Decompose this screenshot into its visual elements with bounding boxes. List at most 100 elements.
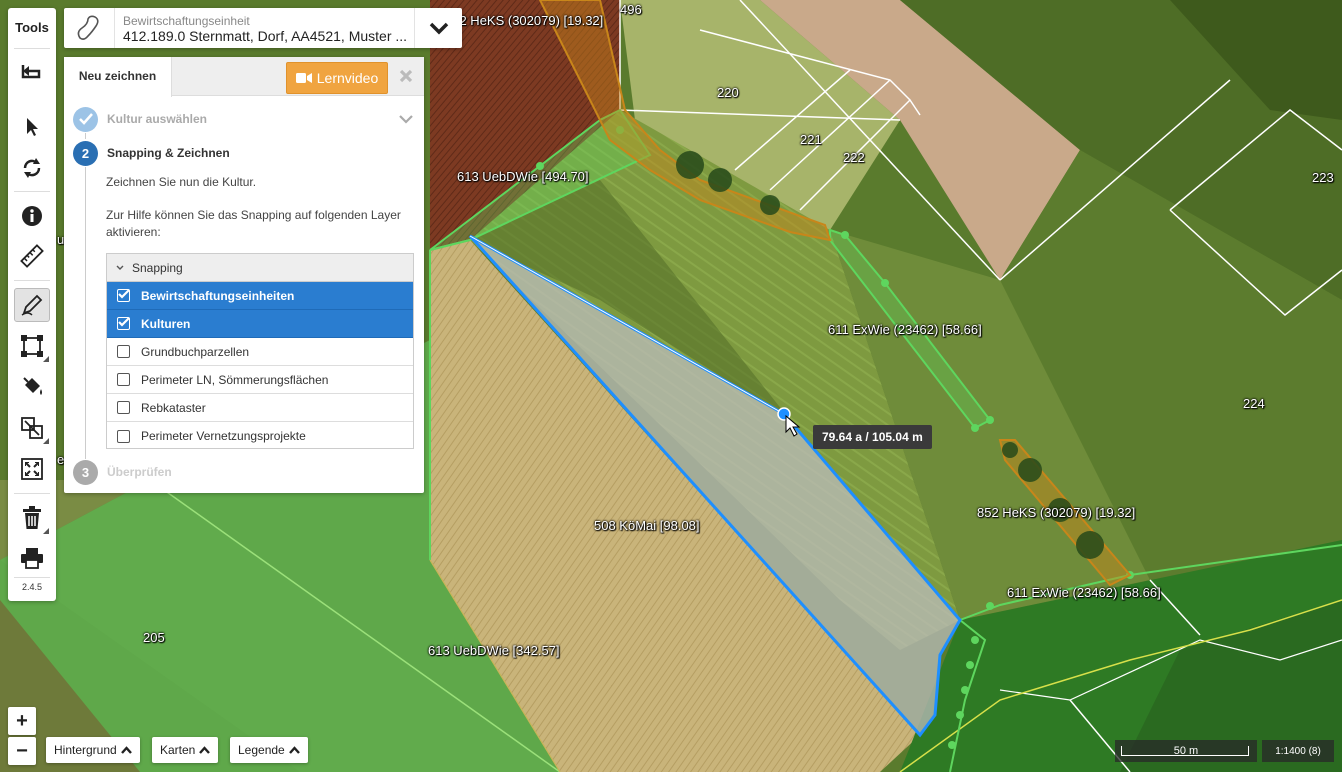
map-label-extensive-mid: 611 ExWie (23462) [58.66] xyxy=(828,322,982,337)
scale-bar: 50 m xyxy=(1115,740,1257,762)
fullscreen-icon xyxy=(21,458,43,480)
step-number-badge: 2 xyxy=(73,140,98,166)
snap-layer-rebkataster[interactable]: Rebkataster xyxy=(107,394,413,422)
scale-ratio: 1:1400 (8) xyxy=(1262,740,1334,762)
vertex-edit-icon xyxy=(21,335,43,357)
hintergrund-button[interactable]: Hintergrund xyxy=(46,737,140,763)
checkbox[interactable] xyxy=(117,345,130,358)
close-icon xyxy=(399,69,413,83)
split-icon xyxy=(21,417,43,439)
checkmark-icon xyxy=(118,317,130,327)
refresh-icon xyxy=(23,158,41,178)
map-label-extensive-bottom: 611 ExWie (23462) [58.66] xyxy=(1007,585,1161,600)
draw-button[interactable] xyxy=(14,288,50,322)
lernvideo-button[interactable]: Lernvideo xyxy=(286,62,388,94)
selector-divider xyxy=(114,8,115,48)
checkbox[interactable] xyxy=(117,373,130,386)
submenu-indicator xyxy=(43,438,49,444)
selector-divider xyxy=(414,8,415,48)
legende-label: Legende xyxy=(238,743,285,757)
map-label-224: 224 xyxy=(1243,396,1265,411)
submenu-indicator xyxy=(43,528,49,534)
checkbox-checked[interactable] xyxy=(117,317,130,330)
karten-button[interactable]: Karten xyxy=(152,737,219,763)
step-snapping-zeichnen: 2 Snapping & Zeichnen xyxy=(73,140,230,166)
step-connector xyxy=(85,133,86,139)
zoom-in-button[interactable]: + xyxy=(8,707,36,735)
chevron-down-icon[interactable] xyxy=(428,20,450,36)
map-label-220: 220 xyxy=(717,85,739,100)
step-connector xyxy=(85,167,86,459)
zoom-out-button[interactable]: − xyxy=(8,737,36,765)
paint-bucket-icon xyxy=(23,377,42,395)
undo-icon xyxy=(21,65,41,79)
map-label-hedge-mid: 852 HeKS (302079) [19.32] xyxy=(977,505,1136,520)
snap-layer-label: Bewirtschaftungseinheiten xyxy=(141,288,295,303)
measure-button[interactable] xyxy=(14,239,50,273)
fill-button[interactable] xyxy=(14,370,50,404)
chevron-up-icon xyxy=(199,746,211,754)
step-done-badge xyxy=(73,106,98,132)
karten-label: Karten xyxy=(160,743,196,757)
toolbar-title: Tools xyxy=(15,20,49,35)
delete-button[interactable] xyxy=(14,501,50,535)
pointer-icon xyxy=(27,118,38,136)
map-label-222: 222 xyxy=(843,150,865,165)
info-button[interactable] xyxy=(14,199,50,233)
checkbox[interactable] xyxy=(117,401,130,414)
hintergrund-label: Hintergrund xyxy=(54,743,117,757)
checkbox[interactable] xyxy=(117,429,130,443)
step-label: Snapping & Zeichnen xyxy=(107,146,230,160)
map-label-205: 205 xyxy=(143,630,165,645)
snap-layer-label: Kulturen xyxy=(141,316,191,331)
measurement-tooltip: 79.64 a / 105.04 m xyxy=(813,425,932,449)
step-kultur-auswaehlen[interactable]: Kultur auswählen xyxy=(73,106,207,132)
tab-neu-zeichnen[interactable]: Neu zeichnen xyxy=(64,57,172,97)
checkbox-checked[interactable] xyxy=(117,289,130,302)
close-panel-button[interactable] xyxy=(395,65,417,87)
edit-vertices-button[interactable] xyxy=(14,329,50,363)
snap-layer-vernetzungsprojekte[interactable]: Perimeter Vernetzungsprojekte xyxy=(107,422,413,450)
step-description: Zeichnen Sie nun die Kultur. xyxy=(106,175,257,189)
info-icon xyxy=(22,206,42,226)
checkmark-icon xyxy=(78,113,93,125)
submenu-indicator xyxy=(43,356,49,362)
trash-icon xyxy=(23,506,41,529)
step-label: Kultur auswählen xyxy=(107,112,208,126)
snap-layer-grundbuchparzellen[interactable]: Grundbuchparzellen xyxy=(107,338,413,366)
extent-button[interactable] xyxy=(14,452,50,486)
select-button[interactable] xyxy=(14,110,50,144)
map-label-culture-bottom: 613 UebDWie [342.57] xyxy=(428,643,560,658)
management-unit-selector[interactable]: Bewirtschaftungseinheit 412.189.0 Sternm… xyxy=(64,8,462,48)
selector-caption: Bewirtschaftungseinheit xyxy=(123,14,250,28)
step-help-text: Zur Hilfe können Sie das Snapping auf fo… xyxy=(106,208,401,239)
snapping-header[interactable]: Snapping xyxy=(107,254,413,282)
map-label-hedge-top: 852 HeKS (302079) [19.32] xyxy=(445,13,604,28)
snap-layer-label: Perimeter LN, Sömmerungsflächen xyxy=(141,372,329,387)
map-label-223: 223 xyxy=(1312,170,1334,185)
refresh-button[interactable] xyxy=(14,151,50,185)
tools-toolbar: Tools 2.4.5 xyxy=(8,8,56,601)
undo-button[interactable] xyxy=(14,56,50,90)
snap-layer-perimeter-ln[interactable]: Perimeter LN, Sömmerungsflächen xyxy=(107,366,413,394)
ruler-icon xyxy=(20,244,44,268)
print-button[interactable] xyxy=(14,541,50,575)
checkmark-icon xyxy=(118,289,130,299)
snap-layer-label: Grundbuchparzellen xyxy=(141,344,250,359)
snap-layer-kulturen[interactable]: Kulturen xyxy=(107,310,413,338)
snapping-header-label: Snapping xyxy=(132,260,183,275)
lernvideo-label: Lernvideo xyxy=(316,70,379,86)
snap-layer-label: Rebkataster xyxy=(141,400,206,415)
pencil-icon xyxy=(21,294,43,316)
chevron-down-icon[interactable] xyxy=(398,114,414,124)
draw-panel: Neu zeichnen Lernvideo Kultur auswählen … xyxy=(64,57,424,493)
step-label: Überprüfen xyxy=(107,465,172,479)
step-ueberpruefen: 3 Überprüfen xyxy=(73,459,172,485)
snap-layer-bewirtschaftungseinheiten[interactable]: Bewirtschaftungseinheiten xyxy=(107,282,413,310)
chevron-down-icon xyxy=(116,265,124,270)
legende-button[interactable]: Legende xyxy=(230,737,308,763)
toolbar-divider xyxy=(14,493,50,494)
toolbar-divider xyxy=(14,191,50,192)
printer-icon xyxy=(21,548,43,569)
split-button[interactable] xyxy=(14,411,50,445)
